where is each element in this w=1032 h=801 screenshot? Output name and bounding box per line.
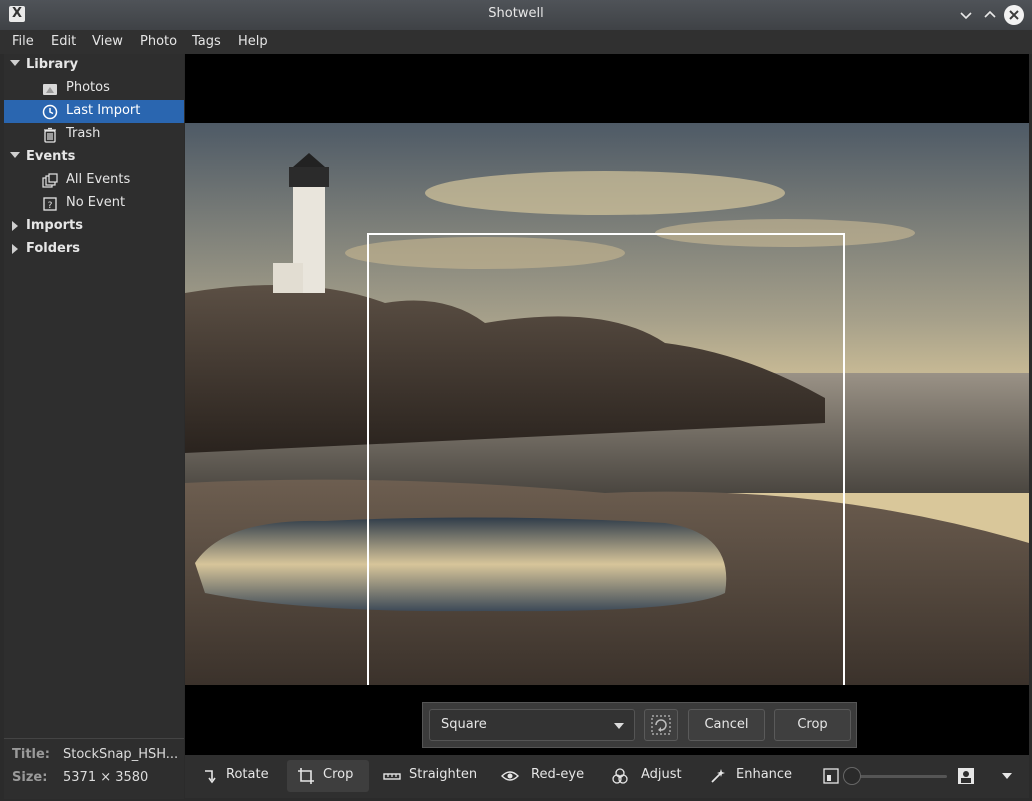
window-titlebar: X Shotwell: [0, 0, 1032, 30]
zoom-slider-track[interactable]: [851, 775, 947, 778]
eye-icon: [501, 771, 519, 781]
sidebar-item-no-event[interactable]: ? No Event: [4, 192, 184, 215]
sidebar-header-label: Imports: [26, 218, 83, 233]
expander-right-icon[interactable]: [12, 221, 18, 231]
crop-button[interactable]: Crop: [287, 760, 369, 792]
crop-label: Crop: [323, 767, 354, 782]
expander-down-icon[interactable]: [10, 60, 20, 66]
crop-constraint-value: Square: [441, 717, 487, 732]
sidebar-item-label: Last Import: [66, 103, 141, 118]
menu-help[interactable]: Help: [238, 34, 268, 49]
sidebar-header-label: Folders: [26, 241, 81, 256]
crop-rectangle[interactable]: [367, 233, 845, 685]
sidebar-item-last-import[interactable]: Last Import: [4, 100, 184, 123]
trash-icon: [44, 127, 56, 143]
window-title: Shotwell: [488, 6, 544, 21]
straighten-label: Straighten: [409, 767, 478, 782]
adjust-button[interactable]: Adjust: [601, 760, 691, 792]
sidebar: Library Photos Last Import Trash Events …: [4, 54, 184, 738]
chevron-down-icon[interactable]: [1001, 771, 1013, 781]
magic-wand-icon: [711, 769, 725, 783]
sidebar-header-folders[interactable]: Folders: [4, 238, 184, 261]
zoom-slider-handle[interactable]: [843, 767, 861, 785]
info-title-value: StockSnap_HSH...: [63, 747, 179, 762]
photo-viewer[interactable]: [185, 54, 1029, 755]
rotate-label: Rotate: [226, 767, 269, 782]
sidebar-item-all-events[interactable]: All Events: [4, 169, 184, 192]
sidebar-item-label: Trash: [66, 126, 101, 141]
redeye-button[interactable]: Red-eye: [491, 760, 585, 792]
info-size-value: 5371 × 3580: [63, 770, 149, 785]
photos-icon: [43, 84, 57, 95]
zoom-in-icon[interactable]: [957, 767, 975, 785]
menu-edit[interactable]: Edit: [51, 34, 76, 49]
orientation-toggle-button[interactable]: [644, 709, 678, 741]
info-title-label: Title:: [12, 747, 51, 762]
minimize-button[interactable]: [956, 5, 976, 25]
redeye-label: Red-eye: [531, 767, 585, 782]
menu-file[interactable]: File: [12, 34, 34, 49]
menubar: File Edit View Photo Tags Help: [0, 30, 1032, 54]
sidebar-item-label: Photos: [66, 80, 110, 95]
menu-view[interactable]: View: [92, 34, 123, 49]
adjust-label: Adjust: [641, 767, 682, 782]
rotate-button[interactable]: Rotate: [191, 760, 277, 792]
expander-down-icon[interactable]: [10, 152, 20, 158]
rotate-crop-icon: [651, 715, 671, 735]
sidebar-item-label: All Events: [66, 172, 131, 187]
chevron-up-icon: [984, 10, 996, 18]
maximize-button[interactable]: [980, 5, 1000, 25]
crop-constraint-select[interactable]: Square: [429, 709, 635, 741]
sidebar-header-events[interactable]: Events: [4, 146, 184, 169]
straighten-button[interactable]: Straighten: [373, 760, 481, 792]
sidebar-item-trash[interactable]: Trash: [4, 123, 184, 146]
no-event-icon: ?: [43, 197, 57, 211]
dropdown-arrow-icon: [614, 723, 624, 729]
sidebar-header-library[interactable]: Library: [4, 54, 184, 77]
cancel-button[interactable]: Cancel: [688, 709, 765, 741]
svg-text:?: ?: [48, 201, 53, 211]
enhance-label: Enhance: [736, 767, 793, 782]
menu-tags[interactable]: Tags: [192, 34, 221, 49]
clock-icon: [42, 104, 58, 120]
info-size-label: Size:: [12, 770, 48, 785]
close-button[interactable]: [1004, 5, 1024, 25]
crop-icon: [298, 768, 314, 784]
enhance-button[interactable]: Enhance: [699, 760, 799, 792]
sidebar-item-photos[interactable]: Photos: [4, 77, 184, 100]
crop-tool-panel: Square Cancel Crop: [422, 702, 857, 748]
adjust-icon: [612, 768, 628, 784]
sidebar-header-imports[interactable]: Imports: [4, 215, 184, 238]
photo-info-panel: Title: StockSnap_HSH... Size: 5371 × 358…: [4, 738, 184, 799]
expander-right-icon[interactable]: [12, 244, 18, 254]
straighten-icon: [383, 773, 401, 780]
rotate-icon: [205, 770, 216, 784]
edit-toolbar: Rotate Crop Straighten Red-eye Adjust En…: [185, 755, 1029, 798]
chevron-down-icon: [960, 12, 972, 20]
crop-apply-button[interactable]: Crop: [774, 709, 851, 741]
zoom-out-icon[interactable]: [823, 768, 839, 784]
close-icon: [1009, 10, 1019, 20]
sidebar-header-label: Events: [26, 149, 76, 164]
sidebar-item-label: No Event: [66, 195, 126, 210]
photo-canvas[interactable]: [185, 123, 1029, 685]
menu-photo[interactable]: Photo: [140, 34, 177, 49]
all-events-icon: [42, 173, 58, 188]
sidebar-header-label: Library: [26, 57, 79, 72]
